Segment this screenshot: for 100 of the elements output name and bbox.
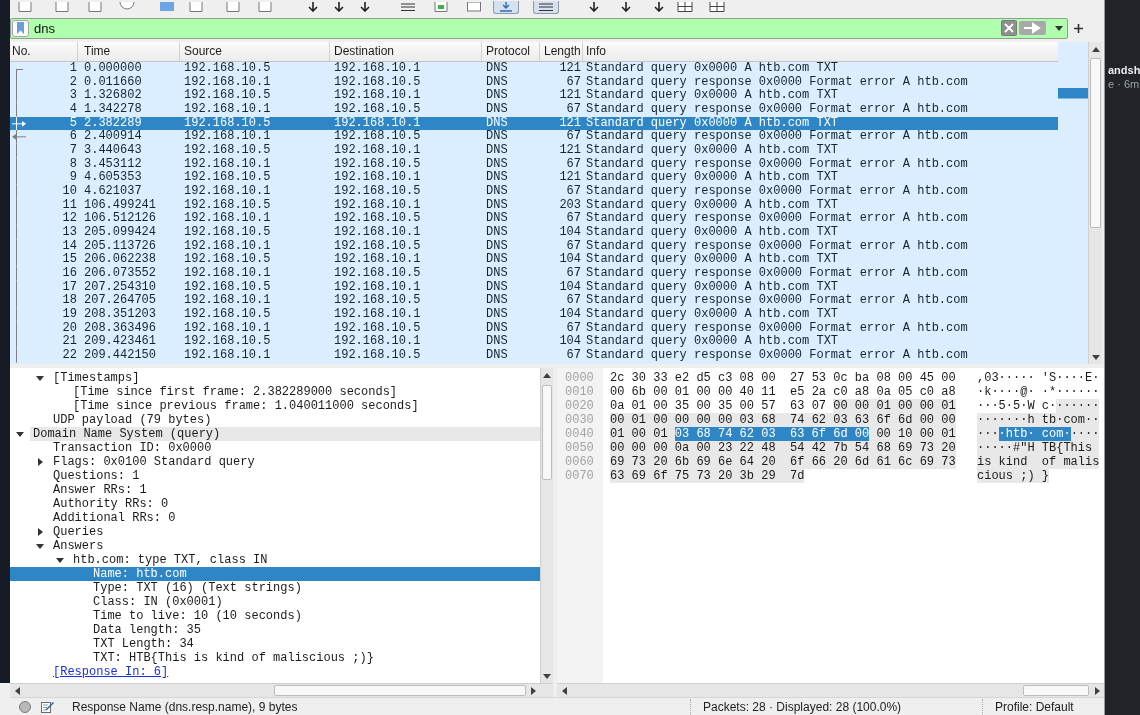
vertical-scrollbar[interactable] [1088, 42, 1102, 364]
tree-item[interactable]: Additional RRs: 0 [50, 511, 176, 525]
ascii-text[interactable]: ·htb· com· [998, 427, 1071, 441]
tree-item[interactable]: Data length: 35 [90, 623, 202, 637]
tree-item[interactable]: Time to live: 10 (10 seconds) [90, 609, 302, 623]
scroll-left-icon[interactable] [14, 686, 20, 695]
hex-bytes[interactable]: 69 73 20 6b 69 6e 64 20 6f 66 20 6d 61 6c 69 73 [610, 455, 956, 469]
caret-down-icon[interactable] [36, 375, 44, 381]
packet-info: Standard query 0x0000 A htb.com TXT [586, 308, 839, 322]
tree-item[interactable]: [Time since previous frame: 1.040011000 seconds] [70, 399, 419, 413]
tree-item[interactable]: Questions: 1 [50, 469, 140, 483]
scroll-down-icon[interactable] [1091, 354, 1100, 360]
tree-item[interactable]: Type: TXT (16) (Text strings) [90, 581, 302, 595]
tree-item[interactable]: Domain Name System (query) [30, 427, 540, 441]
hex-bytes[interactable]: 00 00 00 0a 00 23 22 48 54 42 7b 54 68 69 73 20 [610, 441, 956, 455]
tree-item[interactable]: TXT Length: 34 [90, 637, 194, 651]
scroll-down-icon[interactable] [543, 673, 551, 679]
vertical-scrollbar[interactable] [540, 368, 553, 683]
tree-item[interactable]: [Timestamps] [50, 371, 140, 385]
tree-item[interactable]: Answers [50, 539, 104, 553]
hex-bytes[interactable]: 03 68 74 62 03 63 6f 6d 00 [674, 427, 870, 441]
ascii-text[interactable]: ···· [1070, 427, 1100, 441]
destination-address: 192.168.10.1 [334, 89, 421, 103]
ascii-text[interactable]: ·······h tb·com·· [977, 413, 1100, 427]
packet-time: 0.011660 [84, 75, 142, 89]
ascii-text[interactable]: ···5·5·W c· [977, 399, 1057, 413]
display-filter-field[interactable]: dns [10, 17, 1068, 39]
column-header[interactable]: Length [540, 42, 583, 61]
ascii-text[interactable]: cious ;) } [977, 469, 1049, 483]
clear-icon[interactable] [1001, 20, 1017, 36]
scrollbar-thumb[interactable] [1090, 58, 1101, 228]
profile-label[interactable]: Profile: Default [995, 698, 1074, 715]
pencil-icon[interactable] [41, 700, 54, 713]
tree-item[interactable]: Flags: 0x0100 Standard query [50, 455, 255, 469]
packet-number: 18 [62, 294, 77, 308]
caret-down-icon[interactable] [36, 543, 44, 549]
destination-address: 192.168.10.5 [334, 103, 421, 117]
destination-address: 192.168.10.5 [334, 349, 421, 363]
horizontal-scrollbar[interactable] [10, 683, 540, 697]
caret-down-icon[interactable] [1055, 25, 1063, 31]
scroll-left-icon[interactable] [561, 686, 567, 695]
scroll-up-icon[interactable] [543, 372, 551, 378]
plus-icon[interactable] [1074, 23, 1083, 33]
tree-item[interactable]: Queries [50, 525, 104, 539]
scrollbar-thumb[interactable] [542, 385, 552, 480]
document-icon [188, 2, 204, 12]
hex-bytes[interactable]: 0a 01 00 35 00 35 00 57 63 07 [610, 399, 834, 413]
source-address: 192.168.10.1 [184, 185, 271, 199]
column-header[interactable]: Destination [330, 42, 482, 61]
ascii-text[interactable]: ·k····@· ·*······ [977, 385, 1100, 399]
column-header[interactable]: Protocol [482, 42, 540, 61]
toolbar-button[interactable] [533, 1, 559, 14]
scroll-up-icon[interactable] [1091, 46, 1100, 52]
scrollbar-thumb[interactable] [1023, 685, 1089, 696]
circle-icon[interactable] [19, 700, 31, 713]
column-header[interactable]: Source [180, 42, 330, 61]
source-address: 192.168.10.1 [184, 294, 271, 308]
protocol-name: DNS [486, 130, 508, 144]
tree-item[interactable]: Authority RRs: 0 [50, 497, 169, 511]
tree-item[interactable]: TXT: HTB{This is kind of maliscious ;)} [90, 651, 374, 665]
tree-item[interactable]: Transaction ID: 0x0000 [50, 441, 212, 455]
tree-item[interactable]: UDP payload (79 bytes) [50, 413, 212, 427]
column-header[interactable]: Time [78, 42, 180, 61]
caret-right-icon[interactable] [37, 528, 43, 536]
response-link[interactable]: [Response In: 6] [53, 665, 169, 679]
packet-time: 4.605353 [84, 171, 142, 185]
destination-address: 192.168.10.1 [334, 198, 421, 212]
ascii-text[interactable]: ·····#"H TB{This [977, 441, 1100, 455]
hex-bytes[interactable]: 63 69 6f 75 73 20 3b 29 7d [610, 469, 805, 483]
grid-icon [677, 2, 693, 12]
scroll-right-icon[interactable] [1094, 686, 1100, 695]
tree-item[interactable]: Class: IN (0x0001) [90, 595, 223, 609]
ascii-text[interactable]: ,03····· 'S····E· [977, 371, 1100, 385]
display-filter-input[interactable]: dns [29, 18, 1001, 38]
hex-bytes[interactable]: 00 10 00 01 [869, 427, 956, 441]
scroll-right-icon[interactable] [530, 686, 536, 695]
hex-bytes[interactable]: 00 01 00 00 00 00 03 68 74 62 03 63 6f 6d 00 00 [610, 413, 956, 427]
tree-item[interactable]: [Time since first frame: 2.382289000 seconds] [70, 385, 398, 399]
ascii-text[interactable]: ··· [977, 427, 999, 441]
caret-down-icon[interactable] [56, 557, 64, 563]
tree-item[interactable]: htb.com: type TXT, class IN [70, 553, 268, 567]
background-window-title: andsh [1108, 63, 1140, 77]
ascii-text[interactable]: is kind of malis [977, 455, 1100, 469]
column-header[interactable]: Info [583, 42, 1058, 61]
caret-down-icon[interactable] [16, 431, 24, 437]
hex-bytes[interactable]: 2c 30 33 e2 d5 c3 08 00 27 53 0c ba 08 00 45 00 [610, 371, 956, 385]
hex-bytes[interactable]: 01 00 01 [610, 427, 675, 441]
hex-bytes[interactable]: 00 00 01 00 00 01 [833, 399, 956, 413]
protocol-name: DNS [486, 212, 508, 226]
bookmark-button[interactable] [12, 19, 29, 37]
bookmark-icon[interactable] [17, 22, 24, 34]
ascii-text[interactable]: ······ [1056, 399, 1100, 413]
packet-info: Standard query response 0x0000 Format error A htb.com [586, 267, 968, 281]
column-header[interactable]: No. [10, 42, 78, 61]
tree-item[interactable]: Answer RRs: 1 [50, 483, 147, 497]
hex-bytes[interactable]: 00 6b 00 01 00 00 40 11 e5 2a c0 a8 0a 05 c0 a8 [610, 385, 956, 399]
scrollbar-thumb[interactable] [274, 685, 526, 696]
caret-right-icon[interactable] [37, 458, 43, 466]
horizontal-scrollbar[interactable] [557, 683, 1104, 697]
lines-icon [400, 2, 416, 12]
